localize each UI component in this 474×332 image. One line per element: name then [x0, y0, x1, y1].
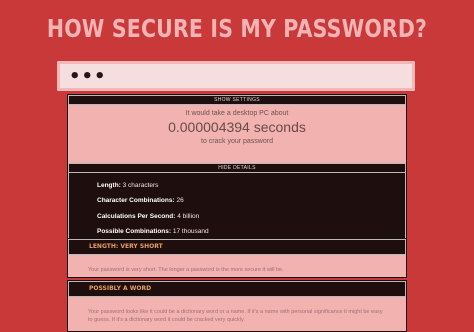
show-settings-toggle[interactable]: SHOW SETTINGS	[68, 95, 406, 105]
detail-calculations-per-second: Calculations Per Second: 4 billion	[97, 213, 199, 220]
detail-length-label: Length:	[97, 182, 121, 189]
check-length-heading: LENGTH: VERY SHORT	[68, 239, 406, 255]
check-word-heading: POSSIBLY A WORD	[68, 281, 406, 297]
hide-details-toggle[interactable]: HIDE DETAILS	[68, 163, 406, 173]
detail-character-combinations: Character Combinations: 26	[97, 197, 184, 204]
crack-time-suffix: to crack your password	[201, 138, 273, 145]
check-length: LENGTH: VERY SHORT Your password is very…	[67, 238, 407, 278]
detail-calc-value: 4 billion	[177, 213, 200, 220]
page-title: HOW SECURE IS MY PASSWORD?	[46, 14, 428, 43]
password-input[interactable]	[69, 66, 389, 86]
check-word: POSSIBLY A WORD Your password looks like…	[67, 280, 407, 332]
detail-possible-value: 17 thousand	[172, 228, 209, 235]
detail-length: Length: 3 characters	[97, 182, 158, 189]
details-panel: Length: 3 characters Character Combinati…	[68, 173, 406, 240]
crack-time-panel: SHOW SETTINGS It would take a desktop PC…	[67, 94, 407, 241]
detail-combos-value: 26	[176, 197, 184, 204]
detail-combos-label: Character Combinations:	[97, 197, 175, 204]
check-length-body: Your password is very short. The longer …	[88, 267, 284, 273]
detail-length-value: 3 characters	[122, 182, 159, 189]
crack-time-prefix: It would take a desktop PC about	[185, 110, 289, 117]
crack-time-value: 0.000004394 seconds	[168, 119, 306, 135]
detail-possible-label: Possible Combinations:	[97, 228, 172, 235]
detail-calc-label: Calculations Per Second:	[97, 213, 176, 220]
detail-possible-combinations: Possible Combinations: 17 thousand	[97, 228, 209, 235]
check-word-body: Your password looks like it could be a d…	[88, 309, 383, 323]
crack-time-summary: It would take a desktop PC about 0.00000…	[68, 105, 406, 163]
password-field-container[interactable]	[57, 61, 415, 91]
